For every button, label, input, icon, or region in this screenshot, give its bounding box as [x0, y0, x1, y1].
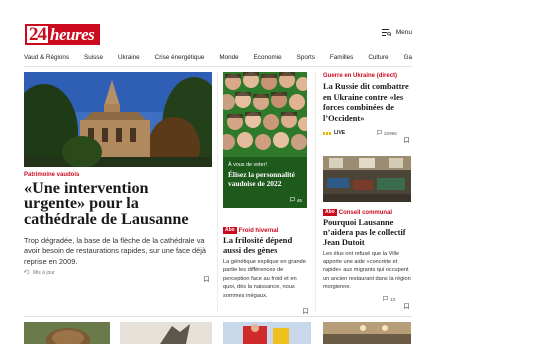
menu-icon [381, 29, 391, 36]
column-divider [217, 72, 218, 312]
live-dots-icon [323, 131, 331, 135]
nav-item-vaud[interactable]: Vaud & Régions [24, 54, 69, 62]
nav-item-sports[interactable]: Sports [297, 54, 315, 62]
update-label: Mis à jour [33, 270, 55, 276]
nav-item-gastro[interactable]: Gastro [404, 54, 412, 62]
mid-lead: La génétique explique en grande partie l… [223, 259, 306, 299]
site-logo[interactable]: 24 heures [25, 24, 101, 45]
menu-button[interactable]: Menu [381, 29, 412, 36]
event-photo[interactable] [323, 322, 411, 344]
nav-item-monde[interactable]: Monde [219, 54, 238, 62]
nav-item-economie[interactable]: Économie [254, 54, 282, 62]
nav-divider [24, 66, 412, 67]
main-nav: Vaud & Régions Suisse Ukraine Crise éner… [24, 54, 412, 62]
live-label: LIVE [334, 130, 346, 136]
bookmark-icon[interactable] [204, 269, 209, 287]
bookmark-icon[interactable] [404, 130, 409, 148]
update-icon [24, 269, 30, 277]
main-kicker: Patrimoine vaudois [24, 172, 80, 178]
comment-icon [383, 296, 388, 302]
abo-badge: Abo [223, 227, 237, 234]
nav-item-crise[interactable]: Crise énergétique [155, 54, 205, 62]
hedgehog-photo[interactable] [24, 322, 110, 344]
promo-comments[interactable]: 46 [289, 197, 302, 203]
right-headline-2[interactable]: Pourquoi Lausanne n’aidera pas le collec… [323, 218, 413, 249]
promo-kicker: À vous de voter! [228, 162, 267, 168]
nav-item-culture[interactable]: Culture [368, 54, 388, 62]
right-kicker-1: Guerre en Ukraine (direct) [323, 73, 398, 79]
nav-item-ukraine[interactable]: Ukraine [118, 54, 140, 62]
menu-label: Menu [395, 29, 412, 36]
right-kicker-2: Conseil communal [338, 210, 393, 216]
right-kicker-line-2: Abo Conseil communal [323, 209, 392, 216]
mid-kicker: Froid hivernal [238, 228, 279, 234]
comment-count-2: 13 [390, 296, 396, 302]
comment-icon [377, 130, 382, 136]
main-headline[interactable]: «Une intervention urgente» pour la cathé… [24, 180, 212, 227]
sport-photo[interactable] [223, 322, 311, 344]
live-indicator: LIVE [323, 130, 345, 136]
main-lead: Trop dégradée, la base de la flèche de l… [24, 236, 207, 266]
nav-item-familles[interactable]: Familles [330, 54, 353, 62]
comment-icon [289, 197, 295, 203]
right-headline-1[interactable]: La Russie dit combattre en Ukraine contr… [323, 82, 415, 124]
abo-badge: Abo [323, 209, 337, 216]
promo-card[interactable]: À vous de voter! Élisez la personnalité … [223, 157, 307, 208]
comment-count-1: 32996 [384, 130, 397, 136]
bookmark-icon[interactable] [404, 296, 409, 314]
logo-word: heures [50, 25, 95, 44]
column-divider [315, 72, 316, 312]
restaurant-photo[interactable] [323, 156, 411, 202]
mid-kicker-line: Abo Froid hivernal [223, 227, 278, 234]
right-comments-1[interactable]: 32996 [377, 130, 397, 136]
promo-title: Élisez la personnalité vaudoise de 2022 [228, 170, 295, 188]
mid-headline[interactable]: La frilosité dépend aussi des gènes [223, 235, 309, 255]
promo-comment-count: 46 [296, 197, 302, 203]
logo-number: 24 [27, 24, 48, 45]
bird-photo[interactable] [120, 322, 212, 344]
right-lead-2: Les élus ont refusé que la Ville apporte… [323, 251, 411, 290]
nav-item-suisse[interactable]: Suisse [84, 54, 103, 62]
main-meta: Mis à jour [24, 269, 55, 277]
row-divider [24, 316, 412, 317]
cathedral-photo[interactable] [24, 72, 212, 167]
right-comments-2[interactable]: 13 [383, 296, 395, 302]
